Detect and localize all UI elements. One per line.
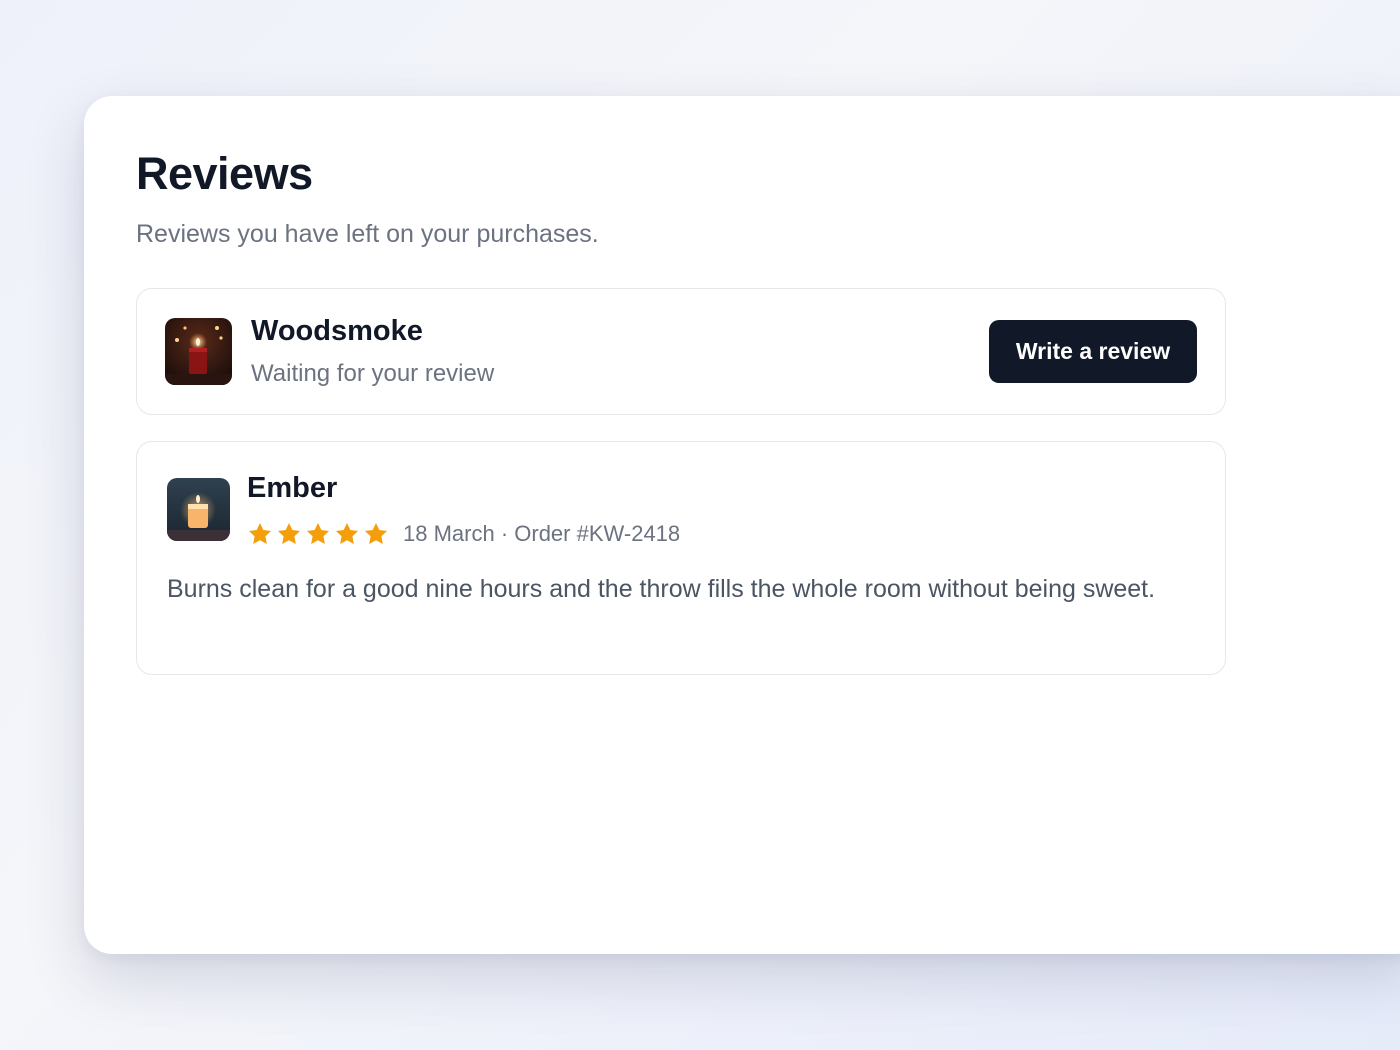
review-status: Waiting for your review: [251, 360, 495, 387]
write-review-button[interactable]: Write a review: [989, 320, 1197, 383]
review-date-order: 18 March · Order #KW-2418: [403, 521, 681, 546]
star-icon: [277, 522, 301, 544]
pending-review-card: Woodsmoke Waiting for your review Write …: [136, 288, 1226, 415]
product-name: Woodsmoke: [251, 315, 423, 347]
star-icon: [306, 522, 330, 544]
star-rating: [247, 521, 389, 547]
product-thumbnail-ember[interactable]: [167, 478, 230, 541]
candle-photo-icon: [167, 478, 230, 541]
completed-review-card: Ember 18 March · Order #KW-2418 Burns cl…: [136, 441, 1226, 675]
review-text: Burns clean for a good nine hours and th…: [167, 575, 1156, 603]
star-icon: [364, 522, 388, 544]
product-name: Ember: [247, 472, 338, 504]
page-title: Reviews: [136, 148, 313, 199]
star-icon: [248, 522, 272, 544]
reviews-panel: Reviews Reviews you have left on your pu…: [84, 96, 1400, 954]
review-meta: 18 March · Order #KW-2418: [247, 519, 680, 549]
page-subtitle: Reviews you have left on your purchases.: [136, 220, 599, 248]
candle-photo-icon: [165, 318, 232, 385]
star-icon: [335, 522, 359, 544]
product-thumbnail-woodsmoke[interactable]: [165, 318, 232, 385]
